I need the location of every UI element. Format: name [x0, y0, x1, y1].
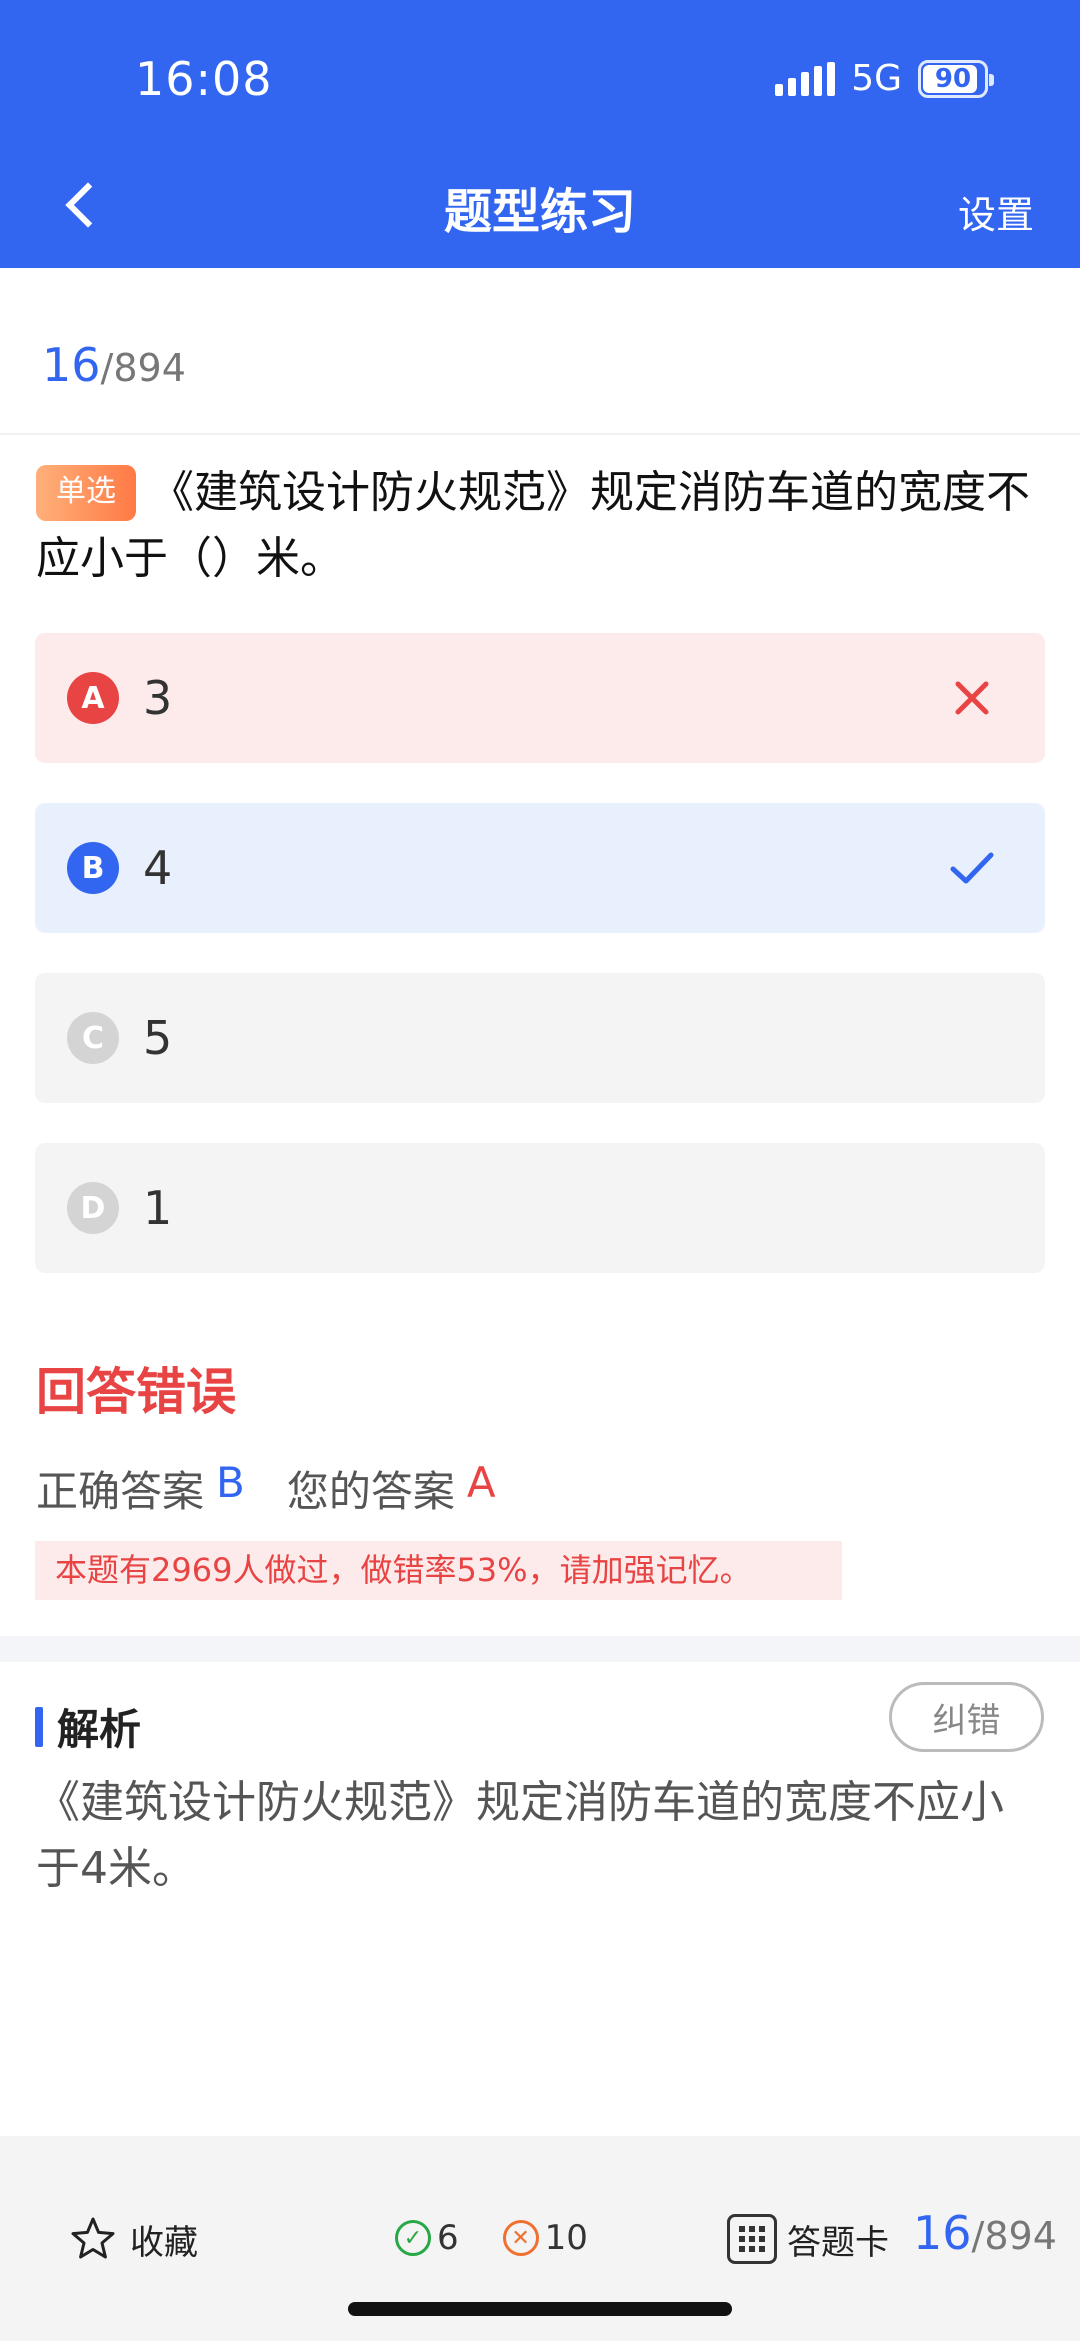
error-rate-note: 本题有2969人做过，做错率53%，请加强记忆。	[35, 1541, 842, 1600]
result-title: 回答错误	[36, 1363, 236, 1421]
status-indicators: 5G 90	[775, 58, 994, 99]
option-text: 3	[143, 671, 173, 725]
section-marker	[35, 1706, 43, 1747]
answer-summary: 正确答案 B 您的答案 A	[36, 1458, 496, 1519]
analysis-text: 《建筑设计防火规范》规定消防车道的宽度不应小于4米。	[36, 1777, 1004, 1894]
favorite-label: 收藏	[130, 2222, 198, 2263]
section-divider	[0, 1636, 1080, 1662]
score-counts: ✓ 6 ✕ 10	[395, 2218, 632, 2258]
check-circle-icon: ✓	[395, 2220, 431, 2256]
option-text: 5	[143, 1011, 173, 1065]
home-indicator[interactable]	[348, 2302, 732, 2316]
check-icon	[950, 852, 994, 884]
settings-button[interactable]: 设置	[958, 184, 1034, 239]
question-progress: 16/894	[42, 338, 186, 392]
progress-total: /894	[100, 346, 186, 390]
bottom-progress: 16/894	[913, 2206, 1057, 2260]
battery-icon: 90	[918, 59, 994, 98]
wrong-count-value: 10	[544, 2218, 588, 2258]
option-d[interactable]: D 1	[35, 1143, 1045, 1273]
option-letter: A	[67, 672, 119, 724]
question-text: 《建筑设计防火规范》规定消防车道的宽度不应小于（）米。	[36, 467, 1030, 584]
signal-icon	[775, 61, 836, 96]
option-text: 1	[143, 1181, 173, 1235]
answer-card-button[interactable]: 答题卡	[727, 2214, 889, 2264]
report-error-button[interactable]: 纠错	[889, 1682, 1044, 1752]
analysis-title: 解析	[57, 1705, 142, 1754]
your-answer-value: A	[466, 1458, 496, 1507]
divider	[0, 433, 1080, 435]
option-a[interactable]: A 3	[35, 633, 1045, 763]
wrong-count: ✕ 10	[502, 2218, 588, 2258]
close-icon	[955, 681, 989, 715]
grid-icon	[727, 2214, 777, 2264]
analysis-header: 解析	[35, 1696, 141, 1757]
battery-level: 90	[934, 63, 972, 94]
status-time: 16:08	[135, 52, 273, 106]
option-letter: B	[67, 842, 119, 894]
option-text: 4	[143, 841, 173, 895]
bottom-progress-total: /894	[971, 2214, 1057, 2258]
answer-card-label: 答题卡	[787, 2222, 889, 2263]
correct-count-value: 6	[437, 2218, 459, 2258]
star-icon	[71, 2217, 115, 2259]
option-letter: D	[67, 1182, 119, 1234]
close-circle-icon: ✕	[502, 2220, 539, 2256]
page-title: 题型练习	[443, 184, 636, 240]
option-c[interactable]: C 5	[35, 973, 1045, 1103]
network-type: 5G	[851, 58, 902, 99]
correct-count: ✓ 6	[395, 2218, 459, 2258]
option-letter: C	[67, 1012, 119, 1064]
correct-answer-label: 正确答案	[36, 1467, 205, 1516]
favorite-button[interactable]: 收藏	[68, 2214, 198, 2264]
your-answer-label: 您的答案	[286, 1467, 455, 1516]
question-type-badge: 单选	[36, 465, 136, 521]
correct-answer-value: B	[216, 1458, 245, 1507]
bottom-progress-current: 16	[913, 2206, 972, 2260]
app-header: 16:08 5G 90 题型练习 设置	[0, 0, 1080, 268]
progress-current: 16	[42, 338, 101, 392]
question-stem: 单选 《建筑设计防火规范》规定消防车道的宽度不应小于（）米。	[36, 460, 1046, 592]
option-b[interactable]: B 4	[35, 803, 1045, 933]
